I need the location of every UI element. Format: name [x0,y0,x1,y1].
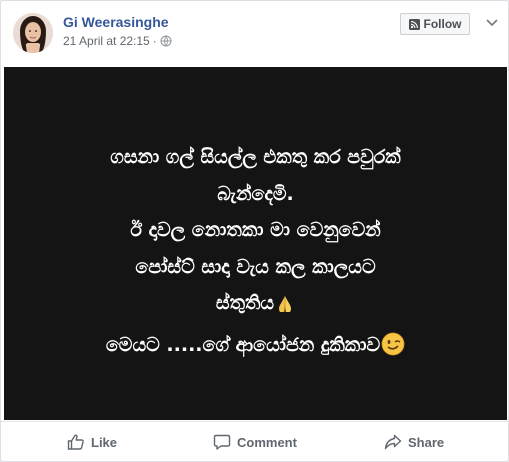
last-line-dots: ..... [166,333,203,356]
like-button[interactable]: Like [67,431,117,453]
praying-hands-icon [275,290,295,327]
comment-icon [213,434,231,450]
share-label: Share [408,434,445,450]
image-text-line-1: ගසනා ගල් සියල්ල එකතු කර පවුරක් [110,146,401,168]
rss-icon [408,18,420,30]
author-name[interactable]: Gi Weerasinghe [63,14,169,30]
post-image[interactable]: ගසනා ගල් සියල්ල එකතු කර පවුරක් බැන්දෙමි.… [4,67,507,420]
avatar-photo [13,13,53,53]
follow-button[interactable]: Follow [400,13,470,35]
post-card: Gi Weerasinghe 21 April at 22:15 · Follow… [0,0,509,462]
post-image-text: ගසනා ගල් සියල්ල එකතු කර පවුරක් බැන්දෙමි.… [4,139,507,368]
winking-face-icon [381,332,405,369]
comment-button[interactable]: Comment [213,431,297,453]
image-text-line-3: ඊ දාවල නොතකා මා වෙනුවෙන් [130,219,381,241]
thanks-text: ස්තුතිය [215,292,275,314]
globe-icon[interactable] [160,35,172,50]
meta-separator: · [152,34,157,48]
post-timestamp[interactable]: 21 April at 22:15 [63,34,150,48]
like-label: Like [91,434,118,450]
chevron-down-icon[interactable] [485,15,499,29]
image-text-line-5: ස්තුතිය [4,285,507,327]
image-text-line-2: බැන්දෙමි. [217,182,294,205]
post-meta: 21 April at 22:15 · [63,34,172,50]
thumbs-up-icon [67,434,84,450]
last-line-prefix: මෙයට [105,333,160,356]
share-icon [384,434,402,450]
image-text-line-6: මෙයට .....ගේ ආයෝජන දුකිකාව [4,327,507,369]
last-line-suffix: ගේ ආයෝජන දුකිකාව [202,333,381,356]
image-text-line-4: පෝස්ට් සාදා වැය කල කාලයට [135,255,376,278]
follow-label: Follow [423,17,462,31]
share-button[interactable]: Share [384,431,444,453]
author-avatar[interactable] [13,13,53,53]
post-header: Gi Weerasinghe 21 April at 22:15 · Follow [1,1,508,63]
post-actions-bar: Like Comment Share [1,421,508,462]
comment-label: Comment [237,434,297,450]
